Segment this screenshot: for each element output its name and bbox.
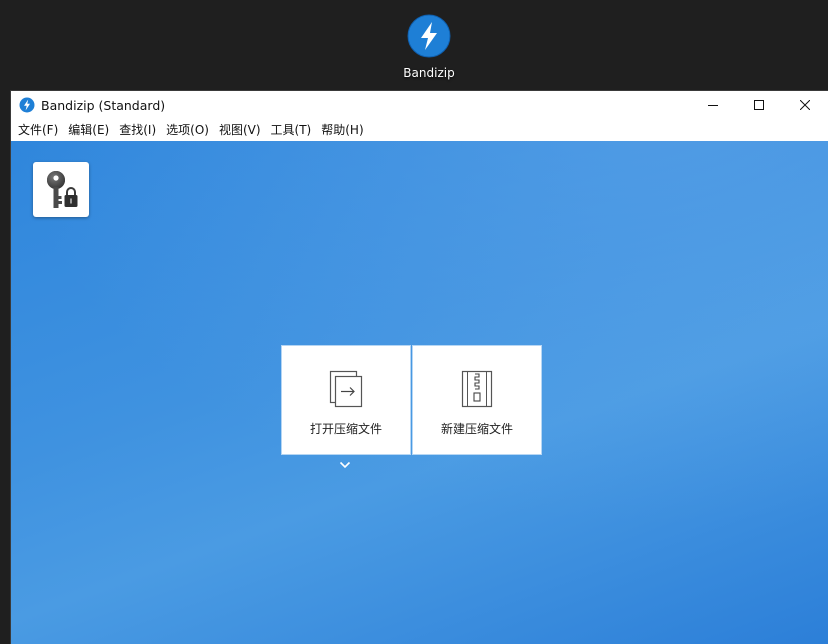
menu-edit[interactable]: 编辑(E) <box>64 119 113 141</box>
open-archive-icon <box>329 370 363 408</box>
new-archive-label: 新建压缩文件 <box>440 422 513 436</box>
desktop-shortcut-label: Bandizip <box>403 66 455 80</box>
menu-file[interactable]: 文件(F) <box>14 119 62 141</box>
window-controls <box>690 91 828 119</box>
minimize-button[interactable] <box>690 91 736 119</box>
title-bar[interactable]: Bandizip (Standard) <box>11 91 828 119</box>
main-panel: 打开压缩文件 新建压缩文件 <box>11 141 828 644</box>
password-manager-button[interactable] <box>33 162 89 217</box>
new-archive-button[interactable]: 新建压缩文件 <box>413 346 541 454</box>
menu-bar: 文件(F) 编辑(E) 查找(I) 选项(O) 视图(V) 工具(T) 帮助(H… <box>11 119 828 141</box>
menu-options[interactable]: 选项(O) <box>162 119 213 141</box>
close-icon <box>800 100 810 110</box>
bandizip-window: Bandizip (Standard) 文件(F) 编辑(E) 查找(I) 选项… <box>11 91 828 644</box>
desktop-shortcut-bandizip[interactable]: Bandizip <box>396 14 462 80</box>
desktop: Bandizip Bandizip (Standard) 文件(F) 编辑(E)… <box>0 0 828 644</box>
chevron-down-icon[interactable] <box>339 460 351 470</box>
menu-help[interactable]: 帮助(H) <box>317 119 367 141</box>
maximize-icon <box>754 100 764 110</box>
menu-view[interactable]: 视图(V) <box>215 119 265 141</box>
bandizip-title-icon <box>19 97 35 113</box>
maximize-button[interactable] <box>736 91 782 119</box>
key-lock-icon <box>47 170 78 208</box>
bandizip-logo-icon <box>407 14 451 58</box>
new-archive-icon <box>461 370 493 408</box>
window-title: Bandizip (Standard) <box>41 97 166 113</box>
close-button[interactable] <box>782 91 828 119</box>
minimize-icon <box>708 105 718 106</box>
open-archive-label: 打开压缩文件 <box>309 422 382 436</box>
menu-find[interactable]: 查找(I) <box>115 119 160 141</box>
open-archive-button[interactable]: 打开压缩文件 <box>282 346 410 454</box>
menu-tools[interactable]: 工具(T) <box>267 119 316 141</box>
